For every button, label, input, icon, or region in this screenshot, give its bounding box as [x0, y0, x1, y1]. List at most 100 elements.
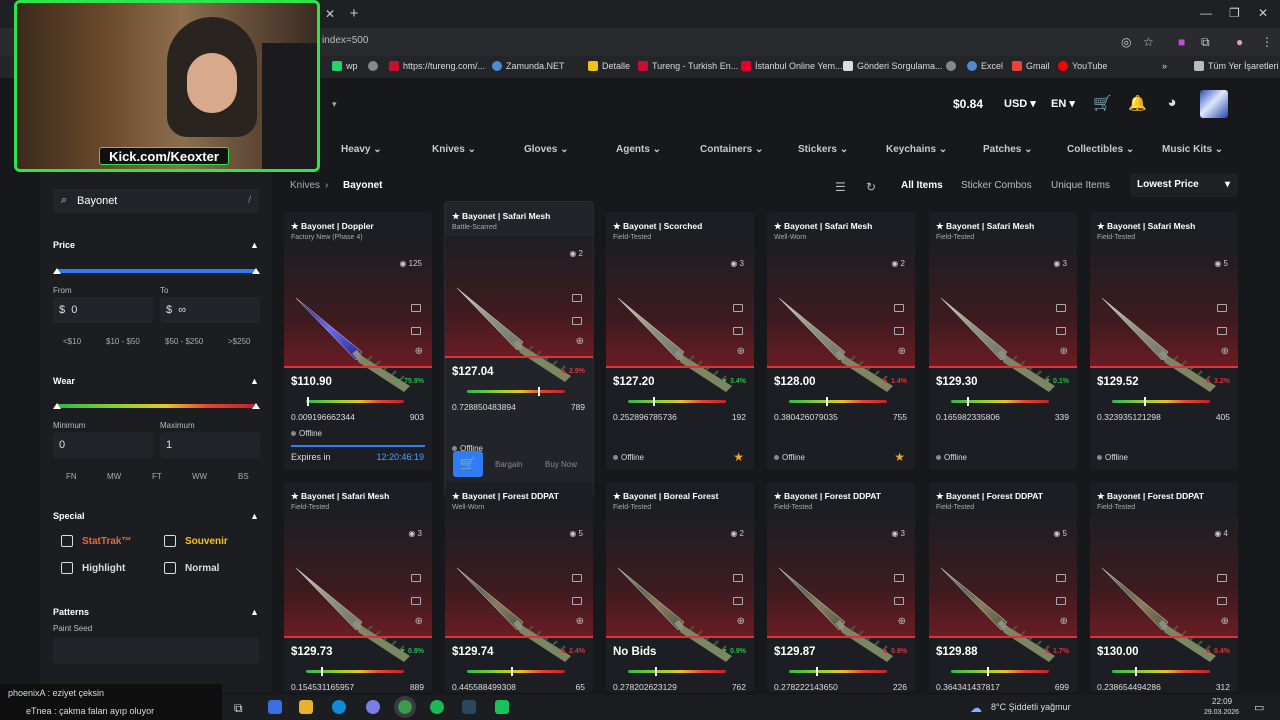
close-tab-icon[interactable]: ✕	[325, 7, 335, 21]
url-text[interactable]: index=500	[322, 35, 368, 46]
tab-all-items[interactable]: All Items	[901, 178, 943, 193]
souvenir-checkbox[interactable]	[164, 535, 176, 547]
inspect-icon[interactable]	[411, 574, 421, 582]
bookmark-item[interactable]: Zamunda.NET	[492, 61, 565, 71]
price-chip[interactable]: $10 - $50	[106, 337, 140, 346]
tab-sticker-combos[interactable]: Sticker Combos	[961, 178, 1032, 193]
avatar[interactable]	[1200, 90, 1228, 118]
category-keychains[interactable]: Keychains ⌄	[886, 144, 947, 155]
notification-icon[interactable]: ▭	[1254, 701, 1264, 714]
search-input[interactable]: ⌕ Bayonet /	[53, 189, 259, 213]
category-containers[interactable]: Containers ⌄	[700, 144, 763, 155]
screenshot-icon[interactable]	[411, 327, 421, 335]
favorite-star-icon[interactable]: ★	[733, 450, 744, 464]
tab-unique-items[interactable]: Unique Items	[1051, 178, 1110, 193]
sort-select[interactable]: Lowest Price ▾	[1130, 173, 1238, 197]
price-chip[interactable]: $50 - $250	[165, 337, 203, 346]
item-card[interactable]: ★ Bayonet | Forest DDPAT Well-Worn ◉ 5 ⊕ $12…	[445, 482, 593, 692]
bookmark-item[interactable]: Detalle	[588, 61, 630, 71]
price-from-input[interactable]: $ 0	[53, 297, 153, 323]
refresh-icon[interactable]: ↻	[866, 178, 876, 196]
item-card[interactable]: ★ Bayonet | Safari Mesh Field-Tested ◉ 3 ⊕ $…	[929, 212, 1077, 470]
bookmark-item[interactable]: wp	[332, 61, 358, 71]
bookmark-item[interactable]: Excel	[967, 61, 1003, 71]
category-gloves[interactable]: Gloves ⌄	[524, 144, 569, 155]
maximize-icon[interactable]: ❐	[1229, 6, 1240, 20]
inspect-icon[interactable]	[733, 304, 743, 312]
patterns-section-title[interactable]: Patterns	[53, 607, 89, 617]
screenshot-icon[interactable]	[733, 327, 743, 335]
wear-range-slider[interactable]	[57, 404, 256, 408]
add-to-cart-button[interactable]: 🛒	[453, 451, 483, 477]
normal-checkbox[interactable]	[164, 562, 176, 574]
chevron-up-icon[interactable]: ▲	[250, 607, 259, 617]
category-stickers[interactable]: Stickers ⌄	[798, 144, 848, 155]
screenshot-icon[interactable]	[894, 597, 904, 605]
inspect-icon[interactable]	[1217, 574, 1227, 582]
palette-icon[interactable]: ◕	[1163, 94, 1181, 112]
screenshot-icon[interactable]	[1056, 597, 1066, 605]
inspect-icon[interactable]	[1056, 304, 1066, 312]
chevron-up-icon[interactable]: ▲	[250, 376, 259, 386]
screenshot-icon[interactable]	[894, 327, 904, 335]
bookmark-item[interactable]: Gönderi Sorgulama...	[843, 61, 943, 71]
inspect-icon[interactable]	[572, 294, 582, 302]
price-chip[interactable]: <$10	[63, 337, 81, 346]
screenshot-icon[interactable]	[733, 597, 743, 605]
price-section-title[interactable]: Price	[53, 240, 75, 250]
wear-chip[interactable]: BS	[238, 472, 249, 481]
filter-icon[interactable]: ☰	[835, 178, 846, 196]
favorite-star-icon[interactable]: ★	[894, 450, 905, 464]
zoom-icon[interactable]: ⊕	[737, 346, 745, 357]
item-card[interactable]: ★ Bayonet | Safari Mesh Well-Worn ◉ 2 ⊕ $128…	[767, 212, 915, 470]
more-bookmarks-icon[interactable]: »	[1162, 61, 1167, 71]
edge-icon[interactable]	[332, 700, 346, 714]
item-card[interactable]: ★ Bayonet | Forest DDPAT Field-Tested ◉ 4 ⊕…	[1090, 482, 1238, 692]
zoom-icon[interactable]: ⊕	[1060, 346, 1068, 357]
item-card[interactable]: ★ Bayonet | Safari Mesh Field-Tested ◉ 5 ⊕ $…	[1090, 212, 1238, 470]
screenshot-icon[interactable]	[1056, 327, 1066, 335]
bookmark-item[interactable]	[368, 61, 378, 71]
bookmark-item[interactable]	[946, 61, 956, 71]
zoom-icon[interactable]: ⊕	[415, 346, 423, 357]
clock-time[interactable]: 22:09	[1212, 697, 1232, 706]
screenshot-icon[interactable]	[572, 597, 582, 605]
slider-handle[interactable]	[53, 268, 61, 274]
inspect-icon[interactable]	[894, 574, 904, 582]
chevron-up-icon[interactable]: ▲	[250, 511, 259, 521]
cart-icon[interactable]: 🛒	[1093, 94, 1112, 112]
item-card[interactable]: ★ Bayonet | Scorched Field-Tested ◉ 3 ⊕ $127…	[606, 212, 754, 470]
bargain-button[interactable]: Bargain	[495, 460, 523, 469]
inspect-icon[interactable]	[1217, 304, 1227, 312]
wear-chip[interactable]: MW	[107, 472, 121, 481]
item-card[interactable]: ★ Bayonet | Safari Mesh Battle-Scarred ◉ 2…	[445, 202, 593, 497]
currency-select[interactable]: USD ▾	[1004, 97, 1036, 110]
slider-handle[interactable]	[252, 403, 260, 409]
category-knives[interactable]: Knives ⌄	[432, 144, 476, 155]
item-card[interactable]: ★ Bayonet | Forest DDPAT Field-Tested ◉ 3 ⊕…	[767, 482, 915, 692]
screenshot-icon[interactable]	[1217, 327, 1227, 335]
bookmark-item[interactable]: Tureng - Turkish En...	[638, 61, 738, 71]
category-patches[interactable]: Patches ⌄	[983, 144, 1033, 155]
bookmark-item[interactable]: İstanbul Online Yem...	[741, 61, 843, 71]
slider-handle[interactable]	[252, 268, 260, 274]
wear-chip[interactable]: WW	[192, 472, 207, 481]
zoom-icon[interactable]: ⊕	[1221, 346, 1229, 357]
chrome-icon[interactable]	[394, 696, 416, 718]
price-to-input[interactable]: $ ∞	[160, 297, 260, 323]
chevron-down-icon[interactable]: ▾	[332, 99, 337, 110]
zoom-icon[interactable]: ⊕	[898, 346, 906, 357]
zoom-icon[interactable]: ⊕	[1221, 616, 1229, 627]
zoom-icon[interactable]: ⊕	[576, 616, 584, 627]
breadcrumb-parent[interactable]: Knives	[290, 180, 320, 191]
bookmark-item[interactable]: Gmail	[1012, 61, 1050, 71]
minimize-icon[interactable]: —	[1200, 6, 1212, 20]
category-music-kits[interactable]: Music Kits ⌄	[1162, 144, 1223, 155]
bookmark-star-icon[interactable]: ☆	[1143, 35, 1154, 49]
clock-date[interactable]: 29.03.2026	[1204, 709, 1239, 716]
inspect-icon[interactable]	[1056, 574, 1066, 582]
folder-icon[interactable]	[299, 700, 313, 714]
inspect-icon[interactable]	[411, 304, 421, 312]
browser-menu-icon[interactable]: ⋮	[1261, 35, 1273, 49]
special-section-title[interactable]: Special	[53, 511, 85, 521]
